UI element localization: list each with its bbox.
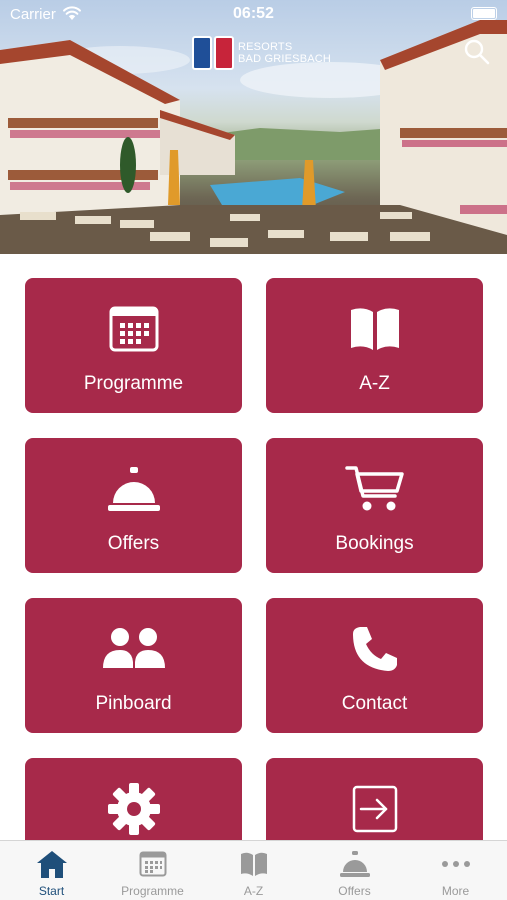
tab-label: Offers xyxy=(338,884,371,898)
tab-label: Programme xyxy=(121,884,184,898)
gear-icon xyxy=(25,783,242,835)
logo-text: RESORTS BAD GRIESBACH xyxy=(238,41,331,65)
tab-more[interactable]: More xyxy=(405,841,506,900)
tile-bookings[interactable]: Bookings xyxy=(266,438,483,573)
tab-programme[interactable]: Programme xyxy=(102,841,203,900)
service-bell-icon xyxy=(304,848,405,880)
tile-label: Bookings xyxy=(335,533,414,554)
more-dots-icon xyxy=(405,848,506,880)
calendar-icon xyxy=(25,304,242,354)
book-icon xyxy=(203,848,304,880)
sign-in-icon xyxy=(266,784,483,834)
tile-label: Contact xyxy=(341,693,408,714)
logo-line-1: RESORTS xyxy=(238,41,293,53)
tile-label: Offers xyxy=(107,533,160,554)
tab-a-z[interactable]: A-Z xyxy=(203,841,304,900)
phone-icon xyxy=(266,624,483,674)
resort-logo: RESORTS BAD GRIESBACH xyxy=(192,35,331,71)
book-icon xyxy=(266,304,483,354)
tile-label: Programme xyxy=(83,373,184,394)
battery-icon xyxy=(471,7,497,20)
tab-label: Start xyxy=(38,884,65,898)
tile-contact[interactable]: Contact xyxy=(266,598,483,733)
shopping-cart-icon xyxy=(266,464,483,514)
tab-label: More xyxy=(441,884,470,898)
tile-pinboard[interactable]: Pinboard xyxy=(25,598,242,733)
tab-bar: Start Programme A-Z Offers More xyxy=(0,840,507,900)
tab-start[interactable]: Start xyxy=(1,841,102,900)
tile-a-z[interactable]: A-Z xyxy=(266,278,483,413)
tile-label: Pinboard xyxy=(95,693,172,714)
tile-label: A-Z xyxy=(359,373,390,394)
tab-label: A-Z xyxy=(243,884,264,898)
home-icon xyxy=(1,848,102,880)
logo-mark-icon xyxy=(192,36,234,70)
status-time: 06:52 xyxy=(233,5,274,22)
status-bar: Carrier 06:52 xyxy=(0,0,507,30)
tab-offers[interactable]: Offers xyxy=(304,841,405,900)
tile-programme[interactable]: Programme xyxy=(25,278,242,413)
search-button[interactable] xyxy=(463,38,491,66)
users-icon xyxy=(25,624,242,674)
search-icon xyxy=(464,39,490,65)
service-bell-icon xyxy=(25,464,242,514)
logo-line-2: BAD GRIESBACH xyxy=(238,53,332,65)
hero-image: Carrier 06:52 RESORTS BAD GRIESBACH xyxy=(0,0,507,254)
calendar-icon xyxy=(102,848,203,880)
tile-offers[interactable]: Offers xyxy=(25,438,242,573)
